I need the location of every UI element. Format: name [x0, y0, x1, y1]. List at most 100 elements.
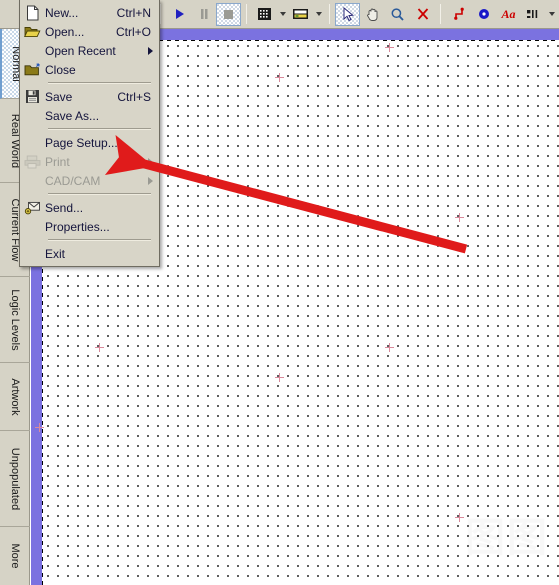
junction-button[interactable]	[471, 3, 496, 26]
menu-item-label: Print	[45, 154, 70, 169]
sidebar-item-unpopulated[interactable]: Unpopulated	[0, 431, 30, 527]
stop-square-icon	[224, 9, 233, 19]
menu-item-icon-empty	[20, 41, 45, 60]
grid-marker	[35, 423, 44, 432]
menu-item-label: Save As...	[45, 108, 100, 123]
chevron-down-icon	[279, 12, 286, 16]
menu-item-label: Open Recent	[45, 43, 116, 58]
menu-item-icon-empty	[20, 217, 45, 236]
menu-item-shortcut: Ctrl+S	[117, 89, 151, 104]
submenu-arrow-icon	[148, 46, 153, 55]
menu-item-icon-empty	[20, 244, 45, 263]
run-button[interactable]	[166, 3, 191, 26]
menu-item-icon-empty	[20, 106, 45, 125]
delete-button[interactable]	[410, 3, 435, 26]
printer-icon	[20, 152, 45, 171]
grid-marker	[275, 73, 284, 82]
application-window: Aa Normal Real World Current Flow Logic …	[0, 0, 559, 585]
wire-tool-button[interactable]	[446, 3, 471, 26]
hand-icon	[367, 8, 378, 21]
sidebar-item-more[interactable]: More ▾	[0, 527, 30, 585]
arrow-cursor-icon	[343, 6, 354, 21]
pan-tool-button[interactable]	[360, 3, 385, 26]
sidebar-item-label: Unpopulated	[9, 447, 21, 510]
blue-dot-icon	[478, 9, 489, 19]
floppy-disk-icon	[20, 87, 45, 106]
stop-button[interactable]	[216, 2, 241, 26]
graphics-shapes-icon	[526, 10, 537, 18]
grid-marker	[95, 343, 104, 352]
menu-item-page-setup[interactable]: Page Setup...	[20, 133, 159, 152]
red-x-icon	[417, 8, 428, 20]
menu-item-label: Properties...	[45, 219, 110, 234]
grid-marker	[385, 343, 394, 352]
menu-item-label: Exit	[45, 246, 66, 261]
sidebar-item-logic-levels[interactable]: Logic Levels	[0, 277, 30, 363]
wire-route-icon	[453, 7, 464, 20]
analysis-panel-icon	[293, 9, 308, 19]
instrument-grid-icon	[258, 8, 271, 20]
analysis-button[interactable]	[288, 3, 313, 26]
sidebar-item-label: Logic Levels	[9, 288, 21, 351]
menu-separator	[48, 82, 151, 84]
menu-separator	[48, 128, 151, 130]
menu-item-open[interactable]: Open... Ctrl+O	[20, 22, 159, 41]
pause-button[interactable]	[191, 3, 216, 26]
graphics-tool-button[interactable]	[521, 3, 546, 26]
menu-item-save-as[interactable]: Save As...	[20, 106, 159, 125]
sidebar-item-label: More	[9, 543, 21, 569]
menu-item-icon-empty	[20, 171, 45, 190]
instruments-button[interactable]	[252, 3, 277, 26]
toolbar-separator	[160, 4, 161, 24]
submenu-arrow-icon	[148, 157, 153, 166]
open-folder-icon	[20, 22, 45, 41]
toolbar-separator	[440, 4, 441, 24]
sidebar-item-artwork[interactable]: Artwork	[0, 363, 30, 431]
menu-item-print: Print	[20, 152, 159, 171]
menu-item-shortcut: Ctrl+N	[116, 5, 151, 20]
menu-item-label: Send...	[45, 200, 84, 215]
zoom-tool-button[interactable]	[385, 3, 410, 26]
grid-marker	[455, 213, 464, 222]
canvas-watermark: 图图	[465, 515, 549, 561]
submenu-arrow-icon	[148, 176, 153, 185]
grid-marker	[455, 513, 464, 522]
close-folder-icon	[20, 60, 45, 79]
menu-item-exit[interactable]: Exit	[20, 244, 159, 263]
chevron-down-icon	[548, 12, 555, 16]
menu-separator	[48, 239, 151, 241]
graphics-dropdown-arrow[interactable]	[546, 3, 557, 26]
menu-item-label: Page Setup...	[45, 135, 118, 150]
magnifier-icon	[391, 7, 404, 21]
menu-item-save[interactable]: Save Ctrl+S	[20, 87, 159, 106]
new-document-icon	[20, 3, 45, 22]
sidebar-item-label: Artwork	[9, 377, 21, 416]
grid-marker	[385, 43, 394, 52]
menu-item-label: CAD/CAM	[45, 173, 101, 188]
text-aa-icon: Aa	[501, 6, 516, 21]
menu-item-shortcut: Ctrl+O	[115, 24, 151, 39]
menu-item-label: Close	[45, 62, 76, 77]
file-menu[interactable]: New... Ctrl+N Open... Ctrl+O Open Recent Clos…	[19, 0, 160, 267]
pause-icon	[200, 9, 207, 19]
menu-item-icon-empty	[20, 133, 45, 152]
toolbar-separator	[246, 4, 247, 24]
menu-item-label: Open...	[45, 24, 85, 39]
menu-item-new[interactable]: New... Ctrl+N	[20, 3, 159, 22]
toolbar-separator	[329, 4, 330, 24]
menu-item-cad-cam: CAD/CAM	[20, 171, 159, 190]
menu-item-properties[interactable]: Properties...	[20, 217, 159, 236]
grid-marker	[275, 373, 284, 382]
send-mail-icon	[20, 198, 45, 217]
menu-item-close[interactable]: Close	[20, 60, 159, 79]
menu-item-open-recent[interactable]: Open Recent	[20, 41, 159, 60]
instruments-dropdown-arrow[interactable]	[277, 3, 288, 26]
menu-item-label: New...	[45, 5, 79, 20]
text-tool-button[interactable]: Aa	[496, 3, 521, 26]
play-triangle-icon	[175, 9, 184, 19]
menu-item-label: Save	[45, 89, 73, 104]
select-tool-button[interactable]	[335, 2, 360, 26]
analysis-dropdown-arrow[interactable]	[313, 3, 324, 26]
chevron-down-icon	[315, 12, 322, 16]
menu-item-send[interactable]: Send...	[20, 198, 159, 217]
